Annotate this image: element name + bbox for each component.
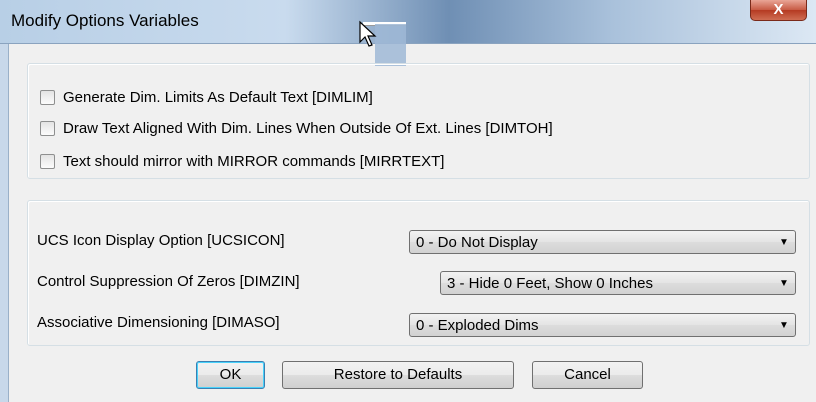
- checkbox-row-mirrtext[interactable]: Text should mirror with MIRROR commands …: [40, 151, 444, 171]
- dimaso-dropdown[interactable]: 0 - Exploded Dims ▼: [409, 313, 796, 337]
- checkbox-row-dimlim[interactable]: Generate Dim. Limits As Default Text [DI…: [40, 87, 373, 107]
- mouse-pointer-icon: [359, 20, 377, 47]
- dimaso-label: Associative Dimensioning [DIMASO]: [37, 314, 280, 331]
- window-left-border: [0, 44, 9, 402]
- title-bar[interactable]: Modify Options Variables X: [0, 0, 816, 44]
- cancel-button[interactable]: Cancel: [532, 361, 643, 389]
- chevron-down-icon: ▼: [779, 277, 789, 289]
- chevron-down-icon: ▼: [779, 319, 789, 331]
- ucsicon-dropdown[interactable]: 0 - Do Not Display ▼: [409, 230, 796, 254]
- mirrtext-checkbox[interactable]: [40, 153, 55, 169]
- window-title: Modify Options Variables: [11, 11, 199, 30]
- ucsicon-value: 0 - Do Not Display: [416, 233, 538, 251]
- chevron-down-icon: ▼: [779, 236, 789, 248]
- dimaso-value: 0 - Exploded Dims: [416, 316, 539, 334]
- restore-defaults-button[interactable]: Restore to Defaults: [282, 361, 514, 389]
- dimtoh-label: Draw Text Aligned With Dim. Lines When O…: [63, 119, 553, 137]
- checkbox-row-dimtoh[interactable]: Draw Text Aligned With Dim. Lines When O…: [40, 118, 553, 138]
- ok-button[interactable]: OK: [196, 361, 265, 389]
- ucsicon-label: UCS Icon Display Option [UCSICON]: [37, 232, 285, 249]
- mirrtext-label: Text should mirror with MIRROR commands …: [63, 152, 445, 170]
- dimzin-value: 3 - Hide 0 Feet, Show 0 Inches: [447, 274, 653, 292]
- dimzin-label: Control Suppression Of Zeros [DIMZIN]: [37, 273, 300, 290]
- dimlim-checkbox[interactable]: [40, 89, 55, 105]
- dimtoh-checkbox[interactable]: [40, 120, 55, 136]
- dimzin-dropdown[interactable]: 3 - Hide 0 Feet, Show 0 Inches ▼: [440, 271, 796, 295]
- dimlim-label: Generate Dim. Limits As Default Text [DI…: [63, 88, 373, 106]
- close-button[interactable]: X: [750, 0, 807, 21]
